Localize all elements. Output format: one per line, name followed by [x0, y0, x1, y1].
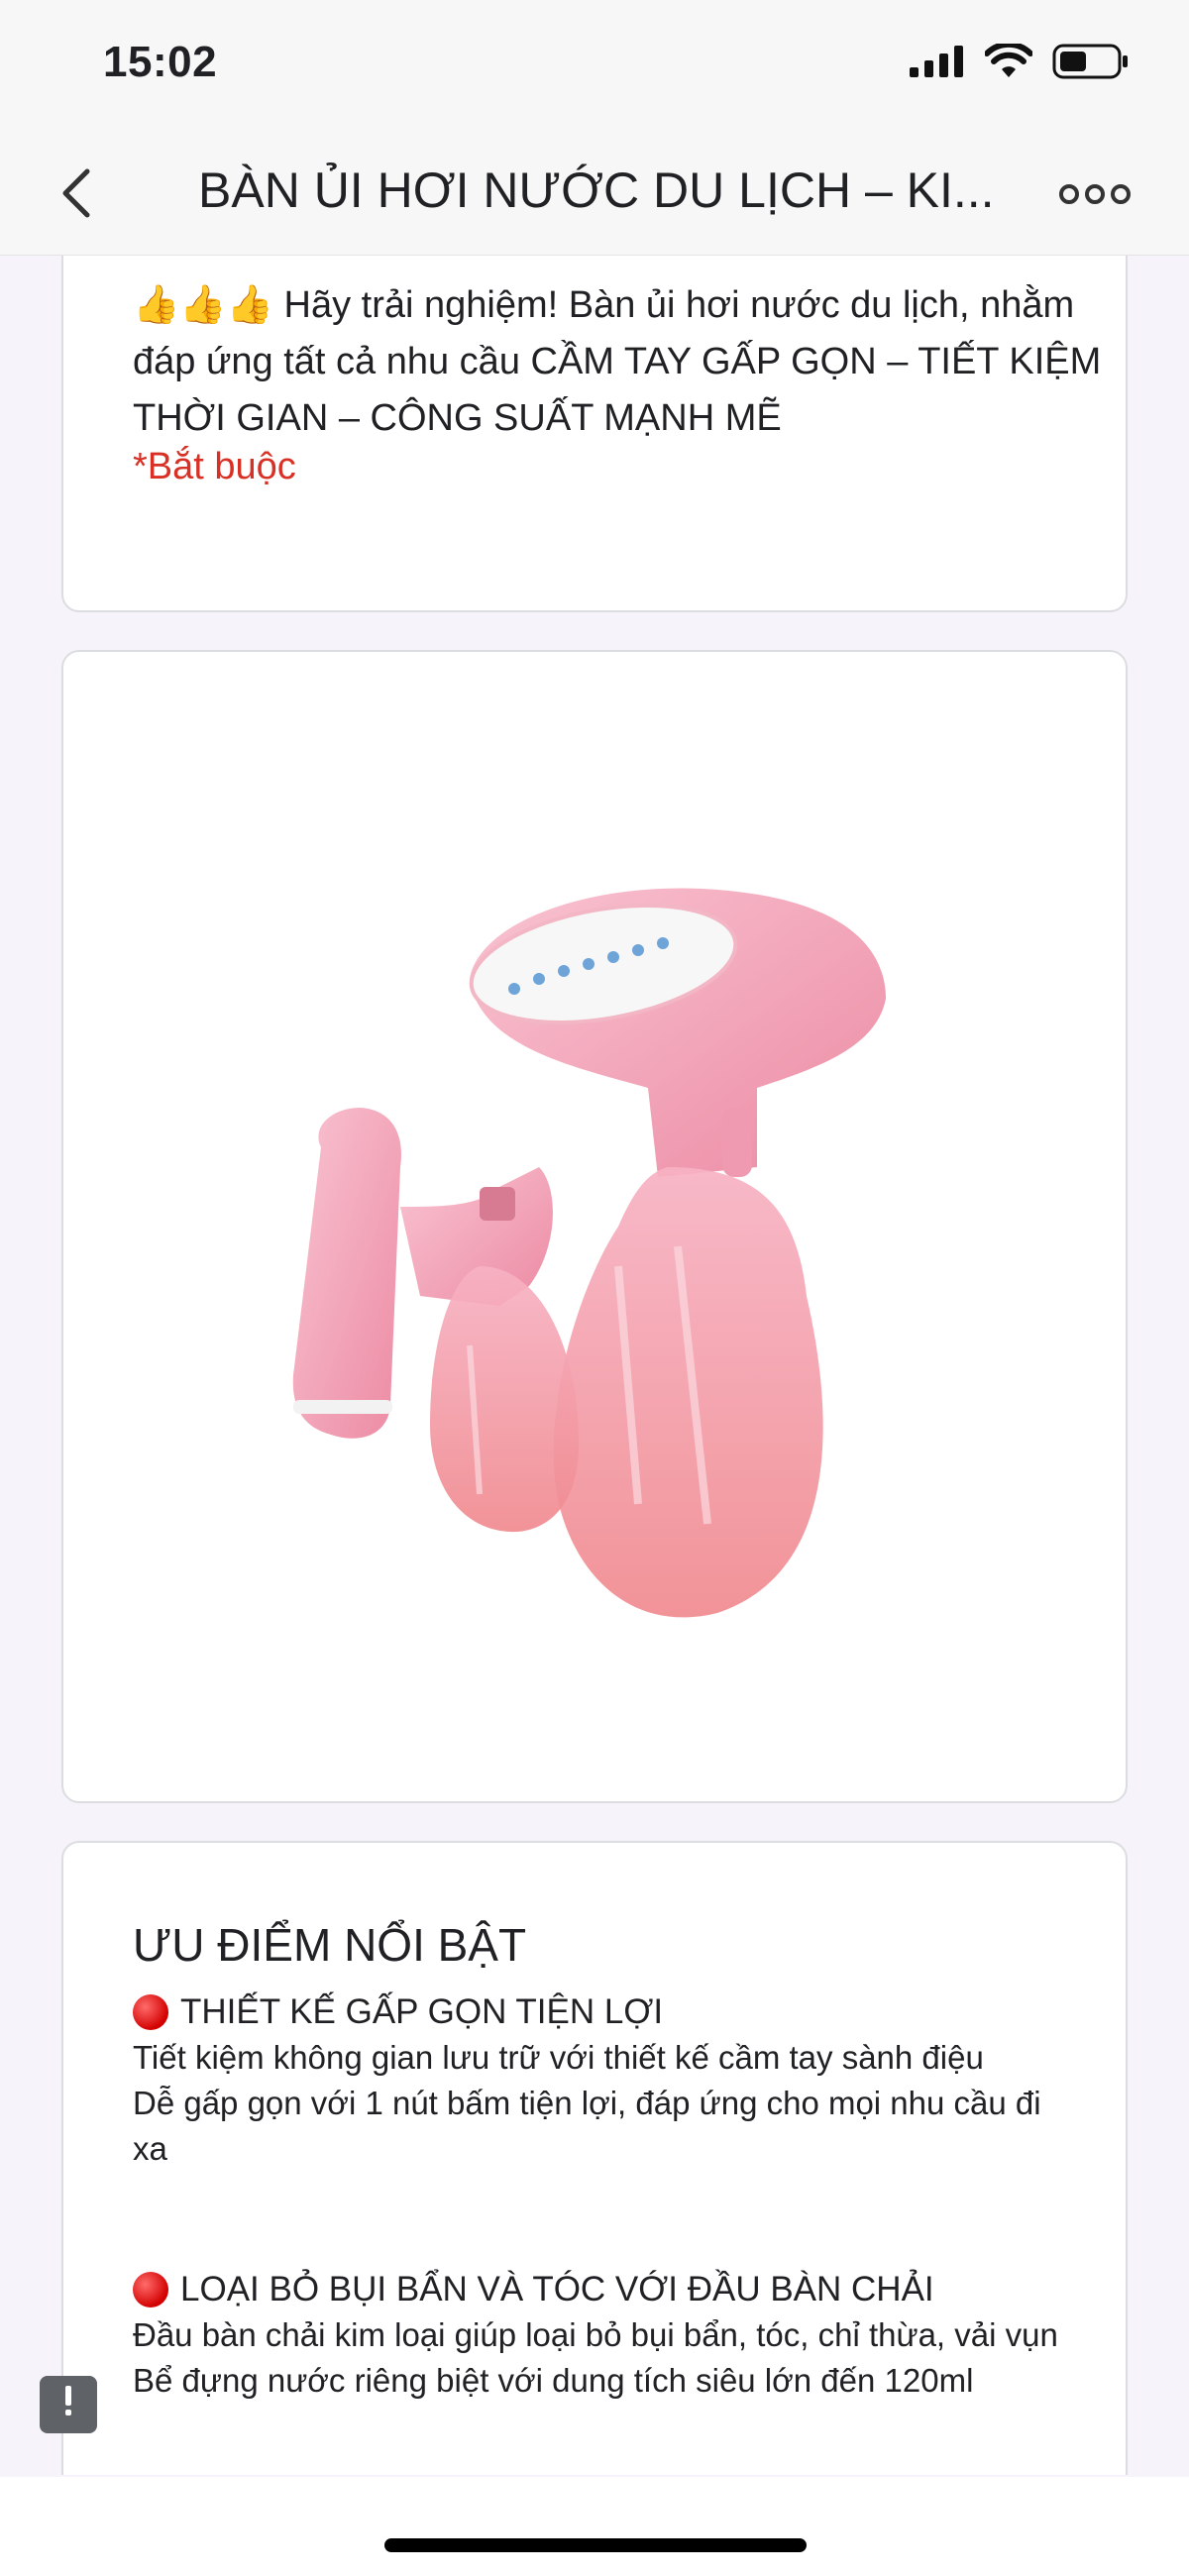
page-title: BÀN ỦI HƠI NƯỚC DU LỊCH – KI... [198, 162, 995, 218]
home-indicator[interactable] [384, 2538, 807, 2552]
required-note: *Bắt buộc [133, 446, 296, 487]
red-dot-icon [133, 2272, 168, 2308]
features-title: ƯU ĐIỂM NỔI BẬT [133, 1919, 527, 1971]
wifi-icon [985, 44, 1032, 77]
feature-line: Dễ gấp gọn với 1 nút bấm tiện lợi, đáp ứ… [133, 2085, 1041, 2167]
feature-heading-text: LOẠI BỎ BỤI BẨN VÀ TÓC VỚI ĐẦU BÀN CHẢI [180, 2270, 934, 2308]
product-image-card [61, 650, 1128, 1803]
navigation-bar: BÀN ỦI HƠI NƯỚC DU LỊCH – KI... [0, 134, 1189, 256]
feature-heading: THIẾT KẾ GẤP GỌN TIỆN LỢI [133, 1989, 1084, 2035]
intro-card: 👍👍👍 Hãy trải nghiệm! Bàn ủi hơi nước du … [61, 256, 1128, 612]
feature-item: LOẠI BỎ BỤI BẨN VÀ TÓC VỚI ĐẦU BÀN CHẢI … [133, 2267, 1084, 2404]
feedback-icon[interactable] [40, 2376, 97, 2433]
features-card: ƯU ĐIỂM NỔI BẬT THIẾT KẾ GẤP GỌN TIỆN LỢ… [61, 1841, 1128, 2475]
form-content[interactable]: 👍👍👍 Hãy trải nghiệm! Bàn ủi hơi nước du … [0, 256, 1189, 2475]
status-bar: 15:02 [0, 0, 1189, 134]
feature-line: Bể đựng nước riêng biệt với dung tích si… [133, 2362, 974, 2399]
feature-line: Đầu bàn chải kim loại giúp loại bỏ bụi b… [133, 2316, 1058, 2353]
feature-heading: LOẠI BỎ BỤI BẨN VÀ TÓC VỚI ĐẦU BÀN CHẢI [133, 2267, 1084, 2312]
intro-text: Hãy trải nghiệm! Bàn ủi hơi nước du lịch… [133, 284, 1102, 439]
battery-icon [1052, 44, 1128, 79]
intro-description: 👍👍👍 Hãy trải nghiệm! Bàn ủi hơi nước du … [133, 277, 1104, 447]
status-icons [910, 44, 1130, 79]
home-bar [0, 2477, 1189, 2576]
feature-item: THIẾT KẾ GẤP GỌN TIỆN LỢI Tiết kiệm khôn… [133, 1989, 1084, 2172]
chevron-left-icon[interactable] [50, 163, 109, 223]
feature-heading-text: THIẾT KẾ GẤP GỌN TIỆN LỢI [180, 1992, 664, 2031]
red-dot-icon [133, 1994, 168, 2030]
feature-line: Tiết kiệm không gian lưu trữ với thiết k… [133, 2039, 984, 2076]
thumbs-up-icon: 👍👍👍 [133, 284, 273, 326]
signal-icon [910, 46, 963, 77]
status-time: 15:02 [103, 38, 218, 86]
more-dots-icon[interactable] [1058, 169, 1132, 219]
product-image [292, 888, 886, 1618]
steamer-folded [292, 1108, 579, 1533]
